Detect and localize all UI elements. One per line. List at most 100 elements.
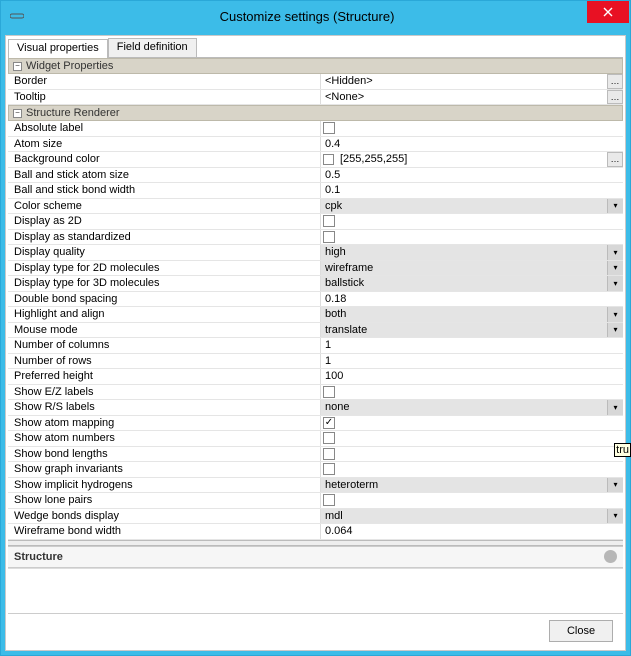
prop-show-atom-mapping: Show atom mapping ✓: [8, 416, 623, 432]
prop-value-dropdown[interactable]: ballstick ▾: [321, 276, 623, 291]
prop-value-dropdown[interactable]: both ▾: [321, 307, 623, 322]
prop-label: Double bond spacing: [8, 292, 321, 307]
prop-value-dropdown[interactable]: high ▾: [321, 245, 623, 260]
section-label: Widget Properties: [26, 60, 113, 72]
prop-background-color: Background color [255,255,255] …: [8, 152, 623, 168]
section-structure-renderer[interactable]: − Structure Renderer: [8, 105, 623, 121]
prop-value[interactable]: 0.5: [321, 168, 623, 183]
tooltip-fragment: tru: [614, 443, 631, 457]
prop-double-bond-spacing: Double bond spacing 0.18: [8, 292, 623, 308]
prop-preferred-height: Preferred height 100: [8, 369, 623, 385]
prop-number-of-columns: Number of columns 1: [8, 338, 623, 354]
prop-label: Display quality: [8, 245, 321, 260]
chevron-down-icon[interactable]: ▾: [607, 509, 623, 524]
checkbox[interactable]: [323, 122, 335, 134]
window-title: Customize settings (Structure): [27, 9, 587, 24]
prop-show-implicit-hydrogens: Show implicit hydrogens heteroterm ▾: [8, 478, 623, 494]
prop-value[interactable]: [321, 493, 623, 508]
section-widget-properties[interactable]: − Widget Properties: [8, 58, 623, 74]
prop-show-atom-numbers: Show atom numbers: [8, 431, 623, 447]
collapse-icon[interactable]: −: [13, 109, 22, 118]
collapse-icon[interactable]: −: [13, 62, 22, 71]
checkbox[interactable]: [323, 448, 335, 460]
prop-value-dropdown[interactable]: cpk ▾: [321, 199, 623, 214]
status-indicator-icon: [604, 550, 617, 563]
checkbox[interactable]: [323, 215, 335, 227]
prop-value[interactable]: 1: [321, 338, 623, 353]
prop-value[interactable]: 0.064: [321, 524, 623, 539]
prop-show-bond-lengths: Show bond lengths: [8, 447, 623, 463]
prop-show-rs-labels: Show R/S labels none ▾: [8, 400, 623, 416]
checkbox[interactable]: [323, 231, 335, 243]
prop-label: Show R/S labels: [8, 400, 321, 415]
chevron-down-icon[interactable]: ▾: [607, 276, 623, 291]
checkbox[interactable]: [323, 386, 335, 398]
prop-absolute-label: Absolute label: [8, 121, 623, 137]
prop-display-standardized: Display as standardized: [8, 230, 623, 246]
chevron-down-icon[interactable]: ▾: [607, 245, 623, 260]
prop-value[interactable]: 0.1: [321, 183, 623, 198]
prop-value[interactable]: [321, 385, 623, 400]
prop-label: Show atom numbers: [8, 431, 321, 446]
ellipsis-icon[interactable]: …: [607, 74, 623, 89]
prop-label: Ball and stick atom size: [8, 168, 321, 183]
prop-label: Show bond lengths: [8, 447, 321, 462]
checkbox-checked[interactable]: ✓: [323, 417, 335, 429]
button-bar: Close: [8, 613, 623, 648]
prop-color-scheme: Color scheme cpk ▾: [8, 199, 623, 215]
color-swatch: [323, 154, 334, 165]
prop-show-lone-pairs: Show lone pairs: [8, 493, 623, 509]
prop-label: Display as standardized: [8, 230, 321, 245]
chevron-down-icon[interactable]: ▾: [607, 199, 623, 214]
client-area: Visual properties Field definition − Wid…: [5, 35, 626, 651]
prop-value[interactable]: ✓: [321, 416, 623, 431]
checkbox[interactable]: [323, 432, 335, 444]
prop-label: Tooltip: [8, 90, 321, 105]
prop-label: Number of rows: [8, 354, 321, 369]
prop-value[interactable]: 0.18: [321, 292, 623, 307]
prop-value-dropdown[interactable]: wireframe ▾: [321, 261, 623, 276]
prop-tooltip: Tooltip <None> …: [8, 90, 623, 106]
prop-label: Background color: [8, 152, 321, 167]
prop-value-dropdown[interactable]: mdl ▾: [321, 509, 623, 524]
tab-visual-properties[interactable]: Visual properties: [8, 39, 108, 58]
prop-value-dropdown[interactable]: none ▾: [321, 400, 623, 415]
prop-value[interactable]: [321, 121, 623, 136]
description-area: [8, 568, 623, 569]
chevron-down-icon[interactable]: ▾: [607, 478, 623, 493]
prop-label: Show lone pairs: [8, 493, 321, 508]
chevron-down-icon[interactable]: ▾: [607, 400, 623, 415]
checkbox[interactable]: [323, 494, 335, 506]
prop-value[interactable]: [321, 230, 623, 245]
ellipsis-icon[interactable]: …: [607, 152, 623, 167]
ellipsis-icon[interactable]: …: [607, 90, 623, 105]
chevron-down-icon[interactable]: ▾: [607, 307, 623, 322]
prop-value[interactable]: [321, 462, 623, 477]
prop-label: Absolute label: [8, 121, 321, 136]
chevron-down-icon[interactable]: ▾: [607, 261, 623, 276]
prop-value[interactable]: 0.4: [321, 137, 623, 152]
window-close-button[interactable]: [587, 1, 629, 23]
prop-atom-size: Atom size 0.4: [8, 137, 623, 153]
prop-value[interactable]: [321, 447, 623, 462]
prop-value-tooltip[interactable]: <None> …: [321, 90, 623, 105]
chevron-down-icon[interactable]: ▾: [607, 323, 623, 338]
prop-label: Display type for 2D molecules: [8, 261, 321, 276]
prop-value-dropdown[interactable]: translate ▾: [321, 323, 623, 338]
prop-label: Mouse mode: [8, 323, 321, 338]
prop-value-border[interactable]: <Hidden> …: [321, 74, 623, 89]
prop-label: Display as 2D: [8, 214, 321, 229]
prop-value[interactable]: 1: [321, 354, 623, 369]
prop-value-dropdown[interactable]: heteroterm ▾: [321, 478, 623, 493]
tab-field-definition[interactable]: Field definition: [108, 38, 197, 57]
section-label: Structure Renderer: [26, 107, 120, 119]
prop-label: Wedge bonds display: [8, 509, 321, 524]
prop-value[interactable]: [321, 214, 623, 229]
prop-show-ez-labels: Show E/Z labels: [8, 385, 623, 401]
checkbox[interactable]: [323, 463, 335, 475]
prop-value[interactable]: [321, 431, 623, 446]
prop-value[interactable]: 100: [321, 369, 623, 384]
prop-value[interactable]: [255,255,255] …: [321, 152, 623, 167]
status-label: Structure: [14, 551, 604, 563]
close-button[interactable]: Close: [549, 620, 613, 642]
